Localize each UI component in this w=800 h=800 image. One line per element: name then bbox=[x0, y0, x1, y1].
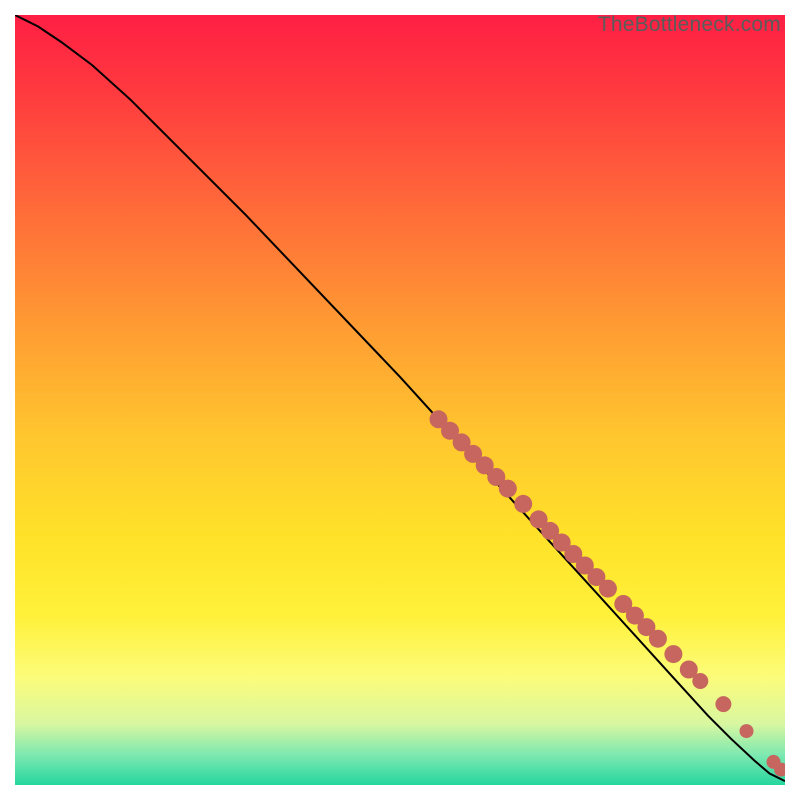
plot-area: TheBottleneck.com bbox=[15, 15, 785, 785]
watermark-text: TheBottleneck.com bbox=[598, 13, 781, 37]
chart-stage: TheBottleneck.com bbox=[0, 0, 800, 800]
